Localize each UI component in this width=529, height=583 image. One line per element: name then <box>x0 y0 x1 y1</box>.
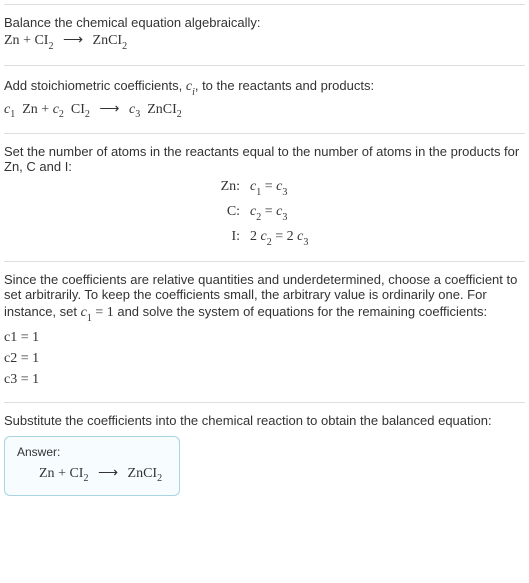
coeff-line: c1 = 1 <box>4 327 525 348</box>
element-label-i: I: <box>4 229 240 245</box>
arrow-icon: ⟶ <box>92 463 124 484</box>
unbalanced-equation: Zn + CI2 ⟶ ZnCI2 <box>4 30 525 53</box>
product-1-sub: 2 <box>122 41 127 52</box>
answer-box: Answer: Zn + CI2 ⟶ ZnCI2 <box>4 436 180 497</box>
section-problem: Balance the chemical equation algebraica… <box>4 4 525 65</box>
reactant-2-sub: 2 <box>48 41 53 52</box>
coeff-equation: c1 Zn + c2 CI2 ⟶ c3 ZnCI2 <box>4 99 525 122</box>
reactant-2: CI <box>34 33 48 48</box>
balance-row: 2 c2 = 2 c3 <box>250 226 525 249</box>
section-add-coeffs: Add stoichiometric coefficients, ci, to … <box>4 65 525 134</box>
arrow-icon: ⟶ <box>57 30 89 51</box>
balance-table: Zn: c1 = c3 C: c2 = c3 I: 2 c2 = 2 c3 <box>4 174 525 248</box>
product-1: ZnCI <box>93 33 123 48</box>
section-solve: Since the coefficients are relative quan… <box>4 261 525 402</box>
section-answer: Substitute the coefficients into the che… <box>4 402 525 509</box>
coefficient-solution: c1 = 1 c2 = 1 c3 = 1 <box>4 325 525 390</box>
element-label-c: C: <box>4 204 240 220</box>
arrow-icon: ⟶ <box>93 99 125 120</box>
coeff-intro: Add stoichiometric coefficients, ci, to … <box>4 76 525 99</box>
problem-intro: Balance the chemical equation algebraica… <box>4 15 525 30</box>
plus: + <box>20 33 35 48</box>
answer-label: Answer: <box>17 445 167 459</box>
balanced-equation: Zn + CI2 ⟶ ZnCI2 <box>17 463 167 486</box>
element-label-zn: Zn: <box>4 179 240 195</box>
balance-row: c2 = c3 <box>250 201 525 224</box>
coeff-line: c3 = 1 <box>4 369 525 390</box>
reactant-1: Zn <box>4 33 20 48</box>
solve-intro: Since the coefficients are relative quan… <box>4 272 525 325</box>
section-atom-balance: Set the number of atoms in the reactants… <box>4 133 525 260</box>
coeff-line: c2 = 1 <box>4 348 525 369</box>
balance-intro: Set the number of atoms in the reactants… <box>4 144 525 174</box>
balance-row: c1 = c3 <box>250 176 525 199</box>
answer-intro: Substitute the coefficients into the che… <box>4 413 525 428</box>
